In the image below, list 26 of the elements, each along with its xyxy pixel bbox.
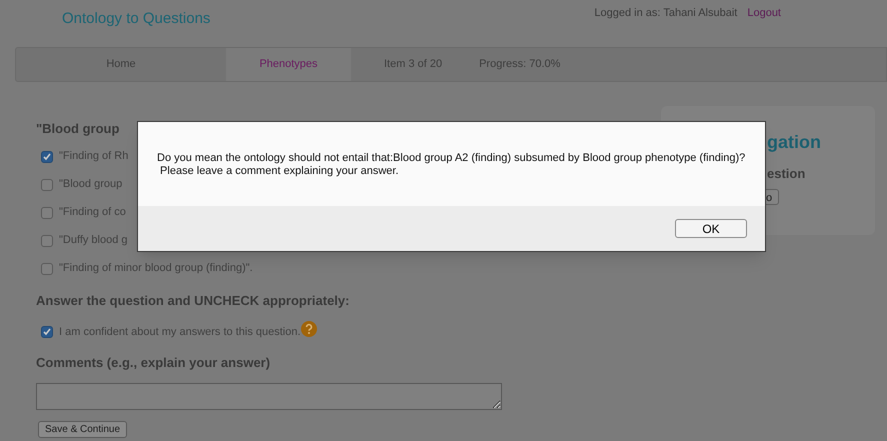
- ok-button[interactable]: OK: [675, 219, 747, 238]
- section-heading: Answer the question and UNCHECK appropriately:: [36, 292, 350, 310]
- confidence-label: I am confident about my answers to this question.: [59, 325, 301, 340]
- comment-field[interactable]: [36, 383, 502, 410]
- panel-heading: gation: [767, 131, 822, 154]
- dialog-message: Do you mean the ontology should not entail that:Blood group A2 (finding) subsumed by Blood group phenotype (finding)? Please leave a comment explaining your answer.: [157, 152, 746, 178]
- logged-in-text: Logged in as: Tahani Alsubait: [594, 6, 738, 21]
- checkbox[interactable]: [41, 326, 53, 338]
- logout-link[interactable]: Logout: [747, 5, 781, 22]
- save-continue-button[interactable]: Save & Continue: [38, 421, 128, 438]
- checkbox[interactable]: [41, 178, 53, 190]
- checkbox[interactable]: [41, 206, 53, 218]
- option-label: "Finding of Rh: [59, 149, 128, 164]
- option-label: "Finding of minor blood group (finding)".: [59, 261, 253, 276]
- option-label: "Duffy blood g: [59, 233, 128, 248]
- question-heading: "Blood group: [36, 120, 120, 138]
- option-label: "Blood group: [59, 177, 122, 192]
- panel-subheading: estion: [767, 164, 806, 182]
- site-title: Ontology to Questions: [62, 9, 210, 29]
- checkbox[interactable]: [41, 262, 53, 274]
- breadcrumb-tab[interactable]: Phenotypes: [226, 48, 351, 81]
- help-icon[interactable]: [300, 321, 317, 338]
- checkbox[interactable]: [41, 234, 53, 246]
- checkbox[interactable]: [41, 150, 53, 162]
- option-label: "Finding of co: [59, 205, 126, 220]
- section-heading: Comments (e.g., explain your answer): [36, 354, 272, 372]
